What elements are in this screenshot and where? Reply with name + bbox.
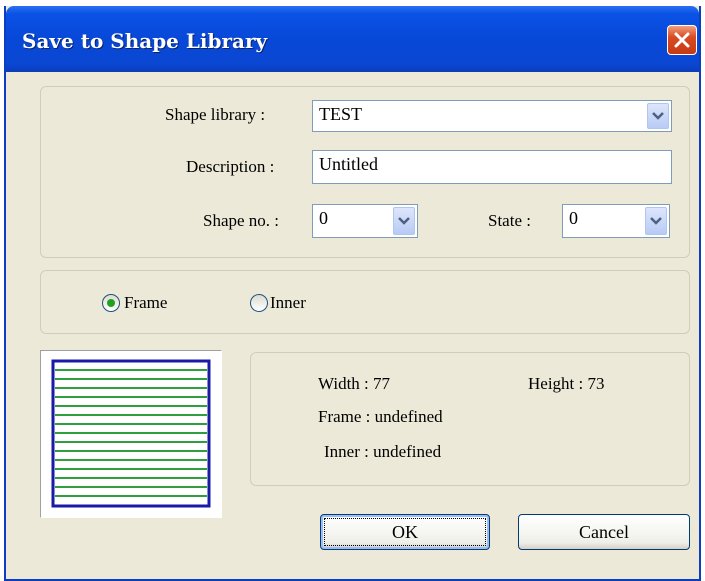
ok-button[interactable]: OK <box>320 514 490 550</box>
shape-no-value: 0 <box>319 208 328 228</box>
title-bar: Save to Shape Library <box>6 6 699 72</box>
shape-library-value: TEST <box>319 104 362 124</box>
shape-no-dropdown-button[interactable] <box>393 207 415 235</box>
chevron-down-icon <box>650 217 662 225</box>
shape-no-select[interactable]: 0 <box>312 204 418 238</box>
dialog-title: Save to Shape Library <box>22 29 268 53</box>
shape-preview <box>40 350 222 518</box>
state-select[interactable]: 0 <box>562 204 670 238</box>
description-label: Description : <box>186 157 275 176</box>
inner-info: Inner : undefined <box>324 442 442 461</box>
shape-preview-graphic <box>51 359 211 508</box>
frame-radio[interactable] <box>102 294 120 312</box>
height-info: Height : 73 <box>528 374 605 393</box>
cancel-button[interactable]: Cancel <box>518 514 690 550</box>
inner-radio-label[interactable]: Inner <box>270 293 306 313</box>
save-shape-dialog: Save to Shape Library Shape library : TE… <box>4 6 701 581</box>
inner-radio[interactable] <box>250 294 268 312</box>
frame-radio-label[interactable]: Frame <box>124 293 167 313</box>
close-button[interactable] <box>667 25 697 55</box>
shape-no-label: Shape no. : <box>203 211 280 230</box>
close-icon <box>674 32 690 48</box>
chevron-down-icon <box>398 217 410 225</box>
width-info: Width : 77 <box>318 374 391 393</box>
shape-library-dropdown-button[interactable] <box>647 103 669 129</box>
frame-info: Frame : undefined <box>318 407 443 426</box>
state-dropdown-button[interactable] <box>645 207 667 235</box>
state-value: 0 <box>569 208 578 228</box>
shape-info-group <box>250 352 690 486</box>
description-value: Untitled <box>319 154 378 174</box>
description-input[interactable]: Untitled <box>312 150 672 184</box>
radio-selected-dot <box>107 299 115 307</box>
state-label: State : <box>488 211 531 230</box>
shape-library-select[interactable]: TEST <box>312 100 672 132</box>
chevron-down-icon <box>652 112 664 120</box>
shape-library-label: Shape library : <box>165 105 266 124</box>
